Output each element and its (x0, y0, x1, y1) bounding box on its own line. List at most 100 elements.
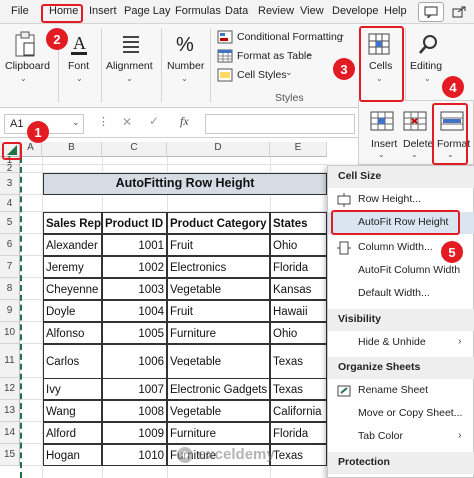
insert-cells-button[interactable]: Insert (371, 138, 397, 150)
table-cell[interactable]: Furniture (167, 322, 270, 344)
enter-icon[interactable]: ✓ (149, 114, 159, 128)
menu-item-tab-color[interactable]: Tab Color › (328, 426, 474, 448)
table-cell[interactable]: 1003 (102, 278, 167, 300)
font-icon[interactable]: A (66, 30, 92, 58)
table-cell[interactable]: Texas (270, 378, 327, 400)
table-cell[interactable]: Vegetable (167, 400, 270, 422)
table-header-cell[interactable]: Product ID (102, 212, 167, 234)
menu-item-move-copy-sheet[interactable]: Move or Copy Sheet... (328, 403, 474, 425)
alignment-button[interactable]: Alignment (106, 60, 153, 72)
table-cell[interactable]: Alfonso (43, 322, 102, 344)
chevron-down-icon[interactable]: ⌄ (285, 67, 293, 78)
menu-item-row-height[interactable]: Row Height... (328, 189, 474, 211)
chevron-down-icon[interactable]: ⌄ (181, 74, 188, 83)
delete-cells-icon[interactable] (402, 109, 428, 133)
menu-item-rename-sheet[interactable]: Rename Sheet (328, 380, 474, 402)
column-header-e[interactable]: E (270, 142, 327, 157)
number-button[interactable]: Number (167, 60, 204, 72)
row-header[interactable]: 2 (0, 164, 20, 174)
alignment-icon[interactable] (118, 30, 144, 58)
table-cell[interactable]: Electronic Gadgets (167, 378, 270, 400)
share-icon[interactable] (452, 6, 466, 18)
tab-data[interactable]: Data (225, 5, 248, 17)
table-cell[interactable]: Ohio (270, 322, 327, 344)
table-cell[interactable]: Electronics (167, 256, 270, 278)
table-cell[interactable]: California (270, 400, 327, 422)
search-icon[interactable] (416, 30, 442, 58)
chevron-down-icon[interactable]: ⌄ (305, 48, 313, 59)
editing-button[interactable]: Editing (410, 60, 442, 72)
table-cell[interactable]: Jeremy (43, 256, 102, 278)
table-cell[interactable]: 1005 (102, 322, 167, 344)
row-header[interactable]: 8 (0, 278, 20, 300)
insert-function-icon[interactable]: fx (180, 114, 189, 129)
table-cell[interactable]: Florida (270, 256, 327, 278)
chevron-down-icon[interactable]: ⌄ (338, 29, 346, 40)
table-cell[interactable]: Wang (43, 400, 102, 422)
tab-insert[interactable]: Insert (89, 5, 117, 17)
table-cell[interactable]: Furniture (167, 422, 270, 444)
table-header-cell[interactable]: States (270, 212, 327, 234)
row-header[interactable]: 5 (0, 212, 20, 234)
row-header[interactable]: 10 (0, 322, 20, 344)
tab-formulas[interactable]: Formulas (175, 5, 221, 17)
tab-file[interactable]: File (11, 5, 29, 17)
tab-view[interactable]: View (300, 5, 324, 17)
row-header[interactable]: 11 (0, 344, 20, 378)
column-header-c[interactable]: C (102, 142, 167, 157)
table-cell[interactable]: Hawaii (270, 300, 327, 322)
chevron-down-icon[interactable]: ⌄ (76, 74, 83, 83)
percent-icon[interactable]: % (172, 30, 198, 58)
table-cell[interactable]: 1004 (102, 300, 167, 322)
row-header[interactable]: 9 (0, 300, 20, 322)
row-header[interactable]: 15 (0, 444, 20, 466)
row-header[interactable]: 6 (0, 234, 20, 256)
table-cell[interactable]: 1007 (102, 378, 167, 400)
table-header-cell[interactable]: Product Category (167, 212, 270, 234)
row-header[interactable]: 12 (0, 378, 20, 400)
clipboard-icon[interactable] (12, 30, 38, 58)
table-cell[interactable]: Fruit (167, 300, 270, 322)
format-as-table-button[interactable]: Format as Table (237, 50, 312, 62)
font-button[interactable]: Font (68, 60, 89, 72)
cancel-icon[interactable]: ✕ (122, 115, 132, 129)
column-header-d[interactable]: D (167, 142, 270, 157)
table-cell[interactable]: Fruit (167, 234, 270, 256)
chevron-down-icon[interactable]: ⌄ (411, 150, 418, 159)
table-cell[interactable]: Alford (43, 422, 102, 444)
table-cell[interactable]: Vegetable (167, 278, 270, 300)
table-cell[interactable]: Ohio (270, 234, 327, 256)
menu-item-default-width[interactable]: Default Width... (328, 283, 474, 305)
table-cell[interactable]: Cheyenne (43, 278, 102, 300)
tab-page-layout[interactable]: Page Lay (124, 5, 170, 17)
table-cell[interactable]: Florida (270, 422, 327, 444)
table-cell[interactable]: 1002 (102, 256, 167, 278)
menu-item-hide-unhide[interactable]: Hide & Unhide › (328, 332, 474, 354)
table-cell[interactable]: 1010 (102, 444, 167, 466)
row-header[interactable]: 3 (0, 173, 20, 195)
table-cell[interactable]: Hogan (43, 444, 102, 466)
chevron-down-icon[interactable]: ⌄ (378, 150, 385, 159)
column-header-a[interactable]: A (20, 142, 42, 157)
table-cell[interactable]: Ivy (43, 378, 102, 400)
insert-cells-icon[interactable] (369, 109, 395, 133)
clipboard-button[interactable]: Clipboard (5, 60, 50, 72)
tab-review[interactable]: Review (258, 5, 294, 17)
cell-styles-button[interactable]: Cell Styles (237, 69, 287, 81)
column-header-b[interactable]: B (42, 142, 102, 157)
chevron-down-icon[interactable]: ⌄ (72, 117, 80, 128)
table-cell[interactable]: 1008 (102, 400, 167, 422)
menu-item-autofit-column-width[interactable]: AutoFit Column Width (328, 260, 474, 282)
row-header[interactable]: 14 (0, 422, 20, 444)
chevron-down-icon[interactable]: ⌄ (126, 74, 133, 83)
table-cell[interactable]: Doyle (43, 300, 102, 322)
conditional-formatting-button[interactable]: Conditional Formatting (237, 31, 343, 43)
delete-cells-button[interactable]: Delete (403, 138, 433, 150)
tab-developer[interactable]: Develope (332, 5, 378, 17)
table-cell[interactable]: Alexander (43, 234, 102, 256)
formula-input[interactable] (205, 114, 355, 134)
chevron-down-icon[interactable]: ⌄ (424, 74, 431, 83)
row-header[interactable]: 13 (0, 400, 20, 422)
tab-help[interactable]: Help (384, 5, 407, 17)
table-cell[interactable]: Kansas (270, 278, 327, 300)
